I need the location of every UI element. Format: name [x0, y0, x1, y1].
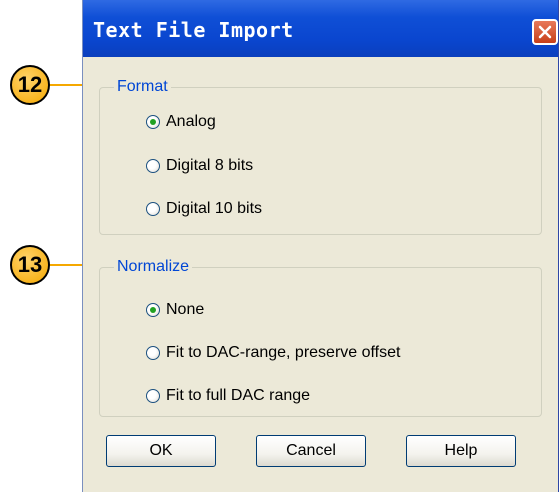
dialog-client-area: Format Analog Digital 8 bits Digital 10 …: [89, 57, 552, 492]
format-option-digital-10-bits[interactable]: Digital 10 bits: [146, 198, 262, 220]
radio-digital-8-bits[interactable]: [146, 159, 160, 173]
radio-digital-10-bits[interactable]: [146, 202, 160, 216]
format-group: Format Analog Digital 8 bits Digital 10 …: [99, 77, 542, 235]
title-bar[interactable]: Text File Import: [83, 0, 558, 57]
radio-label: Fit to DAC-range, preserve offset: [166, 344, 401, 361]
radio-none[interactable]: [146, 303, 160, 317]
callout-12: 12: [10, 65, 50, 105]
format-option-digital-8-bits[interactable]: Digital 8 bits: [146, 155, 253, 177]
cancel-button[interactable]: Cancel: [256, 435, 366, 467]
normalize-option-fit-dac-preserve-offset[interactable]: Fit to DAC-range, preserve offset: [146, 342, 400, 364]
normalize-group: Normalize None Fit to DAC-range, preserv…: [99, 257, 542, 417]
radio-label: Fit to full DAC range: [166, 387, 311, 404]
radio-label: Digital 10 bits: [166, 200, 263, 217]
text-file-import-dialog: Text File Import Format Analog Digital 8…: [82, 0, 559, 492]
radio-label: Digital 8 bits: [166, 157, 254, 174]
radio-fit-full-dac[interactable]: [146, 389, 160, 403]
close-icon: [538, 25, 552, 39]
dialog-title: Text File Import: [93, 18, 294, 42]
ok-button[interactable]: OK: [106, 435, 216, 467]
normalize-group-legend: Normalize: [114, 257, 193, 277]
normalize-option-none[interactable]: None: [146, 299, 204, 321]
radio-label: None: [166, 301, 205, 318]
normalize-option-fit-full-dac[interactable]: Fit to full DAC range: [146, 385, 310, 407]
radio-analog[interactable]: [146, 115, 160, 129]
format-option-analog[interactable]: Analog: [146, 111, 216, 133]
close-button[interactable]: [532, 19, 558, 45]
radio-label: Analog: [166, 113, 216, 130]
radio-fit-dac-preserve-offset[interactable]: [146, 346, 160, 360]
help-button[interactable]: Help: [406, 435, 516, 467]
format-group-legend: Format: [114, 77, 171, 97]
callout-13: 13: [10, 245, 50, 285]
